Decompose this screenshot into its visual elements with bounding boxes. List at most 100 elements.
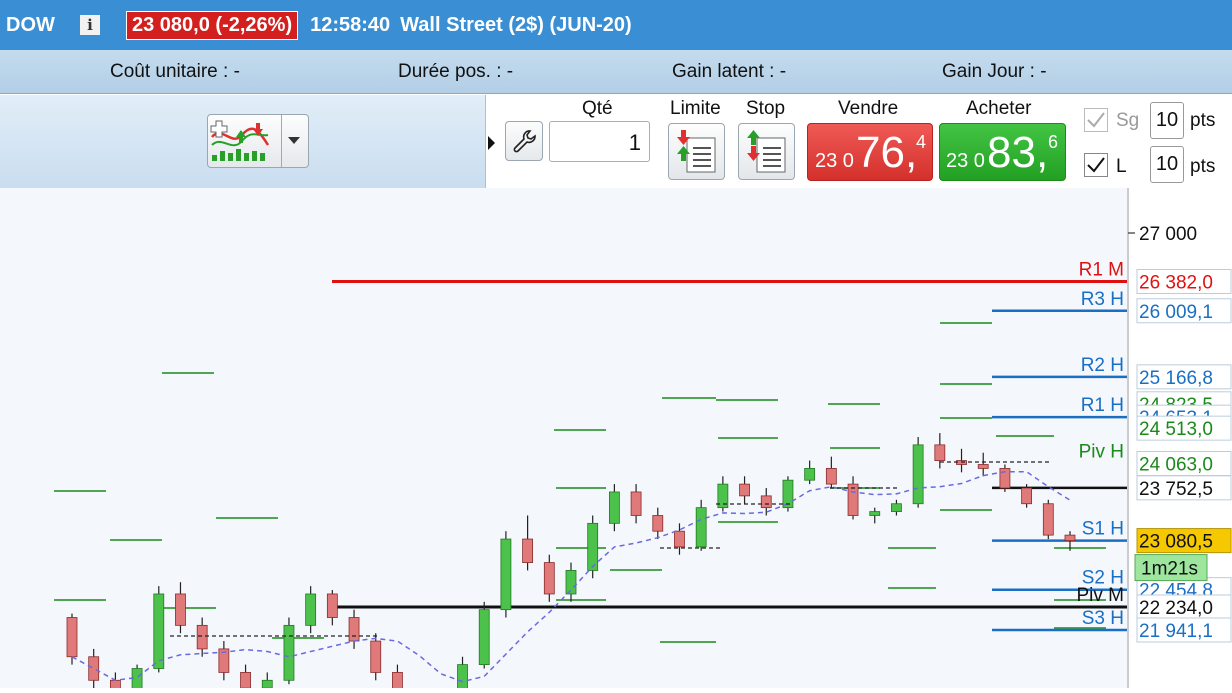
sell-price-prefix: 23 0 <box>815 150 854 172</box>
candle-body <box>630 491 642 516</box>
l-label: L <box>1116 156 1127 177</box>
candle-body <box>977 464 989 469</box>
candle-body <box>88 656 100 681</box>
position-duration: Durée pos. : - <box>398 61 514 82</box>
candle-body <box>1021 487 1033 505</box>
collapse-arrow-icon[interactable] <box>488 136 495 150</box>
buy-label: Acheter <box>966 98 1032 119</box>
sell-label: Vendre <box>838 98 899 119</box>
candle-body <box>175 593 186 626</box>
candle-body <box>891 503 902 512</box>
l-points-input[interactable]: 10 <box>1150 146 1184 183</box>
level-value: 24 513,0 <box>1139 419 1213 440</box>
candle-body <box>522 538 534 563</box>
countdown-label: 1m21s <box>1141 559 1198 580</box>
settings-wrench-button[interactable] <box>505 121 543 161</box>
clock: 12:58:40 <box>310 13 391 36</box>
sg-checkbox[interactable] <box>1084 108 1108 132</box>
indicators-dropdown[interactable] <box>207 114 309 168</box>
instrument-name: Wall Street (2$) (JUN-20) <box>400 13 632 36</box>
limit-order-button[interactable] <box>668 123 725 180</box>
day-gain: Gain Jour : - <box>942 61 1047 82</box>
indicators-icon <box>210 120 270 161</box>
candle-body <box>912 444 924 505</box>
candle-body <box>869 511 881 516</box>
sell-price-big: 76, <box>856 128 918 177</box>
level-label: R2 H <box>1081 355 1124 376</box>
candle-body <box>196 624 208 650</box>
candle-body <box>326 593 338 618</box>
level-label: S1 H <box>1082 519 1124 540</box>
l-unit: pts <box>1190 156 1216 177</box>
candle-body <box>283 624 295 681</box>
price-chart[interactable]: R1 M R3 H R2 H R1 H Piv H S1 H S2 H Piv M S3 H <box>0 188 1232 688</box>
candle-body <box>153 593 165 669</box>
candle-body <box>240 672 251 688</box>
title-bar: DOW i 23 080,0 (-2,26%) 12:58:40 Wall St… <box>0 0 1232 50</box>
sg-unit: pts <box>1190 110 1216 131</box>
candle-body <box>66 617 78 658</box>
candle-body <box>804 468 816 481</box>
level-label: Piv M <box>1077 585 1125 606</box>
candle-body <box>652 515 664 532</box>
sg-label: Sg <box>1116 110 1140 131</box>
candle-body <box>457 664 468 688</box>
buy-price-big: 83, <box>987 128 1049 177</box>
candle-body <box>305 593 317 626</box>
candle-body <box>348 617 360 642</box>
level-label: Piv H <box>1079 441 1124 462</box>
position-stats-bar: Coût unitaire : - Durée pos. : - Gain la… <box>0 50 1232 94</box>
l-checkbox[interactable] <box>1084 153 1108 177</box>
stop-order-icon <box>747 130 786 173</box>
price-scale-svg: 27 00026 382,026 009,125 166,824 823,524… <box>1127 188 1232 688</box>
candle-body <box>565 570 577 595</box>
current-price-label: 23 080,5 <box>1139 532 1213 553</box>
level-value: 24 063,0 <box>1139 454 1213 475</box>
candle-body <box>934 444 946 461</box>
level-value: 26 009,1 <box>1139 302 1213 323</box>
sell-button[interactable]: 23 0 76, 4 <box>807 123 933 181</box>
candle-body <box>543 562 555 595</box>
buy-price-prefix: 23 0 <box>946 150 985 172</box>
candle-body <box>825 468 837 485</box>
wrench-icon <box>513 130 536 153</box>
stop-label: Stop <box>746 98 786 119</box>
level-value: 26 382,0 <box>1139 272 1213 293</box>
qty-input[interactable]: 1 <box>549 121 650 162</box>
price-change-badge: 23 080,0 (-2,26%) <box>126 10 299 40</box>
level-label: R1 H <box>1081 395 1124 416</box>
level-label: S3 H <box>1082 608 1124 629</box>
chevron-down-icon <box>288 137 300 144</box>
limit-order-icon <box>677 130 716 173</box>
limit-label: Limite <box>670 98 721 119</box>
level-value: 25 166,8 <box>1139 368 1213 389</box>
candle-body <box>674 530 685 548</box>
candle-body <box>370 640 382 673</box>
stop-order-button[interactable] <box>738 123 795 180</box>
candlestick-plot: R1 MR3 HR2 HR1 HPiv HS1 HS2 HPiv MS3 H <box>54 259 1127 688</box>
indicator-panel <box>0 95 486 188</box>
tick-label: 27 000 <box>1139 224 1197 245</box>
candle-body <box>500 538 512 611</box>
level-value: 22 234,0 <box>1139 598 1213 619</box>
unit-cost: Coût unitaire : - <box>110 61 240 82</box>
candle-body <box>739 483 750 497</box>
qty-label: Qté <box>582 98 613 119</box>
candle-body <box>760 495 772 509</box>
buy-button[interactable]: 23 0 83, 6 <box>939 123 1066 181</box>
level-value: 21 941,1 <box>1139 621 1213 642</box>
latent-gain: Gain latent : - <box>672 61 787 82</box>
candle-body <box>392 672 403 688</box>
level-value: 23 752,5 <box>1139 479 1213 500</box>
candle-body <box>261 679 273 688</box>
candle-body <box>1064 534 1076 542</box>
symbol: DOW <box>6 13 55 36</box>
candle-body <box>109 679 121 688</box>
sg-points-input[interactable]: 10 <box>1150 102 1184 139</box>
level-label: R1 M <box>1079 259 1124 280</box>
candle-body <box>478 609 490 665</box>
candle-body <box>1042 503 1054 536</box>
info-icon[interactable]: i <box>80 15 100 35</box>
sell-price-sup: 4 <box>916 132 927 152</box>
candle-body <box>587 522 599 571</box>
